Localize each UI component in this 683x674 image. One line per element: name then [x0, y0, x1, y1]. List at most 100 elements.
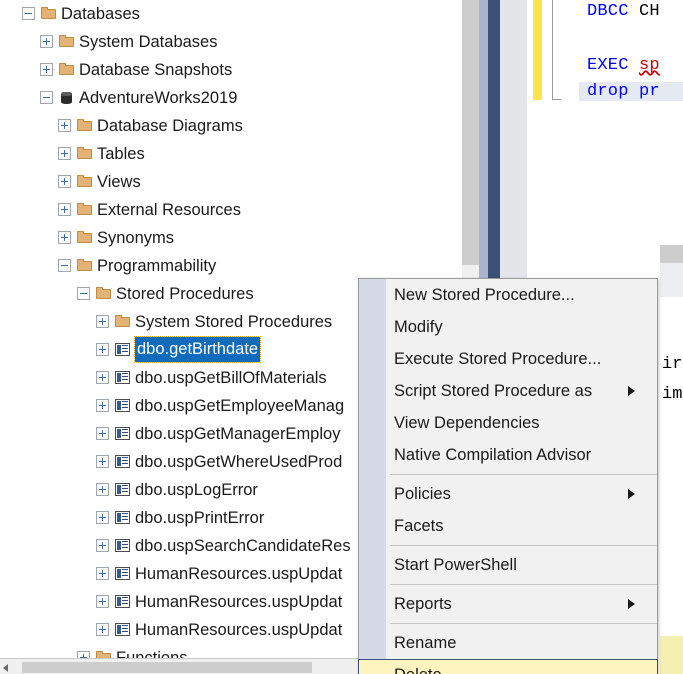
editor-right-scroll-band [660, 245, 683, 263]
tree-item-label: Views [97, 173, 141, 191]
editor-right-strip [660, 245, 683, 674]
context-menu-item[interactable]: Native Compilation Advisor [359, 439, 657, 471]
tree-item-label: dbo.uspGetWhereUsedProd [135, 453, 343, 471]
context-menu-item[interactable]: Facets [359, 510, 657, 542]
editor-outlining-bracket-icon[interactable] [552, 0, 561, 100]
tree-item-label: Functions [116, 649, 188, 658]
stored-procedure-icon [115, 623, 130, 636]
context-menu-item-label: Start PowerShell [394, 556, 517, 574]
tree-item-label: Database Diagrams [97, 117, 243, 135]
menu-separator [390, 474, 657, 475]
context-menu-item[interactable]: Execute Stored Procedure... [359, 343, 657, 375]
tree-horizontal-scrollbar-thumb[interactable] [22, 662, 312, 673]
ssms-window: Databases System Databases Database Snapsh… [0, 0, 683, 674]
stored-procedure-icon [115, 483, 130, 496]
folder-icon [77, 174, 93, 190]
stored-procedure-icon [115, 539, 130, 552]
expand-icon[interactable] [96, 567, 109, 580]
submenu-arrow-icon [628, 599, 635, 609]
expand-icon[interactable] [58, 203, 71, 216]
context-menu-item-label: Delete [394, 666, 442, 674]
context-menu-item[interactable]: Start PowerShell [359, 549, 657, 581]
tree-item[interactable]: Views [0, 168, 462, 196]
tree-item-label: AdventureWorks2019 [79, 89, 238, 107]
stored-procedure-icon [115, 567, 130, 580]
expand-icon[interactable] [58, 119, 71, 132]
stored-procedure-icon [115, 399, 130, 412]
stored-procedure-context-menu[interactable]: New Stored Procedure... Modify Execute Sto… [358, 278, 658, 674]
context-menu-item[interactable]: Script Stored Procedure as [359, 375, 657, 407]
expand-icon[interactable] [96, 539, 109, 552]
code-token: drop pr [587, 82, 660, 101]
collapse-icon[interactable] [58, 259, 71, 272]
expand-icon[interactable] [96, 315, 109, 328]
tree-item[interactable]: System Databases [0, 28, 462, 56]
context-menu-item[interactable]: Policies [359, 478, 657, 510]
collapse-icon[interactable] [77, 287, 90, 300]
expand-icon[interactable] [96, 427, 109, 440]
expand-icon[interactable] [58, 175, 71, 188]
expand-icon[interactable] [77, 651, 90, 658]
tree-item-label: dbo.uspPrintError [135, 509, 265, 527]
tree-item-label: Tables [97, 145, 145, 163]
tree-item[interactable]: Tables [0, 140, 462, 168]
tree-item[interactable]: Database Snapshots [0, 56, 462, 84]
stored-procedure-icon [115, 343, 130, 356]
editor-change-marker [533, 0, 542, 100]
menu-separator [390, 545, 657, 546]
tree-item[interactable]: Synonyms [0, 224, 462, 252]
folder-icon [77, 202, 93, 218]
scroll-left-arrow-icon[interactable] [3, 664, 8, 672]
tree-item[interactable]: Programmability [0, 252, 462, 280]
context-menu-item-label: Policies [394, 485, 451, 503]
tree-item-label: System Stored Procedures [135, 313, 333, 331]
context-menu-item[interactable]: View Dependencies [359, 407, 657, 439]
editor-bottom-yellow-strip [660, 636, 683, 674]
tree-item-label: External Resources [97, 201, 241, 219]
expand-icon[interactable] [96, 455, 109, 468]
expand-icon[interactable] [96, 595, 109, 608]
code-fragment: irt [662, 355, 683, 374]
expand-icon[interactable] [96, 623, 109, 636]
expand-icon[interactable] [40, 63, 53, 76]
folder-icon [96, 286, 112, 302]
tree-item-label: Stored Procedures [116, 285, 254, 303]
expand-icon[interactable] [40, 35, 53, 48]
folder-icon [96, 650, 112, 658]
tree-item[interactable]: Databases [0, 0, 462, 28]
stored-procedure-icon [115, 455, 130, 468]
expand-icon[interactable] [96, 343, 109, 356]
tree-item-label: HumanResources.uspUpdat [135, 593, 343, 611]
code-line[interactable]: DBCC CH [587, 2, 660, 21]
context-menu-item-label: Execute Stored Procedure... [394, 350, 602, 368]
context-menu-item[interactable]: Delete [358, 659, 658, 674]
expand-icon[interactable] [58, 231, 71, 244]
tree-item[interactable]: External Resources [0, 196, 462, 224]
context-menu-item[interactable]: New Stored Procedure... [359, 279, 657, 311]
stored-procedure-icon [115, 595, 130, 608]
expand-icon[interactable] [96, 399, 109, 412]
collapse-icon[interactable] [40, 91, 53, 104]
expand-icon[interactable] [58, 147, 71, 160]
expand-icon[interactable] [96, 371, 109, 384]
collapse-icon[interactable] [22, 7, 35, 20]
code-token: DBCC [587, 2, 629, 21]
folder-icon [77, 118, 93, 134]
expand-icon[interactable] [96, 511, 109, 524]
code-line[interactable]: EXEC sp [587, 56, 660, 75]
tree-vertical-scrollbar-thumb[interactable] [462, 0, 479, 265]
editor-right-secondary-band [660, 263, 683, 297]
stored-procedure-icon [115, 427, 130, 440]
context-menu-item[interactable]: Reports [359, 588, 657, 620]
tree-item[interactable]: Database Diagrams [0, 112, 462, 140]
context-menu-item-label: Facets [394, 517, 444, 535]
tree-item-label: dbo.uspGetManagerEmploy [135, 425, 341, 443]
tree-item[interactable]: AdventureWorks2019 [0, 84, 462, 112]
submenu-arrow-icon [628, 489, 635, 499]
folder-icon [41, 6, 57, 22]
context-menu-item[interactable]: Rename [359, 627, 657, 659]
code-line[interactable]: drop pr [579, 82, 683, 101]
expand-icon[interactable] [96, 483, 109, 496]
menu-separator [390, 623, 657, 624]
context-menu-item[interactable]: Modify [359, 311, 657, 343]
